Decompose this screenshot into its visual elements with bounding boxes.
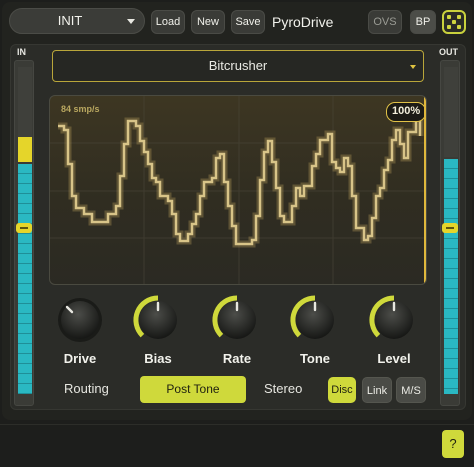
top-bar: INIT Load New Save PyroDrive OVS BP [2,2,472,42]
randomize-dice-icon[interactable] [442,10,466,34]
knob-label: Bias [144,351,172,366]
output-gain-slider-thumb[interactable] [442,223,458,233]
preset-selector[interactable]: INIT [9,8,145,34]
waveform-graph [50,96,426,284]
knob-label: Drive [63,351,97,366]
input-meter-label: IN [17,47,26,57]
knob-rate[interactable]: Rate [207,293,267,373]
distortion-mode-select[interactable]: Bitcrusher [52,50,424,82]
input-meter[interactable] [14,60,34,406]
sample-rate-label: 84 smp/s [61,104,100,114]
knob-label: Level [377,351,411,366]
mix-percent-badge[interactable]: 100% [386,102,426,122]
help-button[interactable]: ? [442,430,464,458]
save-button[interactable]: Save [231,10,265,34]
routing-label: Routing [64,381,109,396]
new-button[interactable]: New [191,10,225,34]
knob-label: Rate [222,351,252,366]
stereo-label: Stereo [264,381,303,396]
output-meter-label: OUT [439,47,458,57]
mix-level-bar[interactable] [424,96,426,284]
preset-name: INIT [57,13,83,28]
load-button[interactable]: Load [151,10,185,34]
bypass-button[interactable]: BP [410,10,436,34]
waveform-scope: 84 smp/s 100% [49,95,427,285]
oversampling-button[interactable]: OVS [368,10,402,34]
stereo-ms-button[interactable]: M/S [396,377,426,403]
input-gain-slider-thumb[interactable] [16,223,32,233]
mode-select-value: Bitcrusher [208,58,268,73]
knob-tone[interactable]: Tone [285,293,345,373]
knob-bias[interactable]: Bias [128,293,188,373]
footer-divider [0,424,474,425]
chevron-down-icon [127,19,135,24]
stereo-link-button[interactable]: Link [362,377,392,403]
knob-label: Tone [299,351,331,366]
knob-drive[interactable]: Drive [50,293,110,373]
chevron-down-icon [410,65,416,69]
output-meter[interactable] [440,60,460,406]
routing-post-tone-button[interactable]: Post Tone [140,376,246,403]
stereo-disc-button[interactable]: Disc [328,377,356,403]
app-title: PyroDrive [272,14,334,30]
knob-level[interactable]: Level [364,293,424,373]
plugin-window: INIT Load New Save PyroDrive OVS BP IN O… [2,2,472,420]
